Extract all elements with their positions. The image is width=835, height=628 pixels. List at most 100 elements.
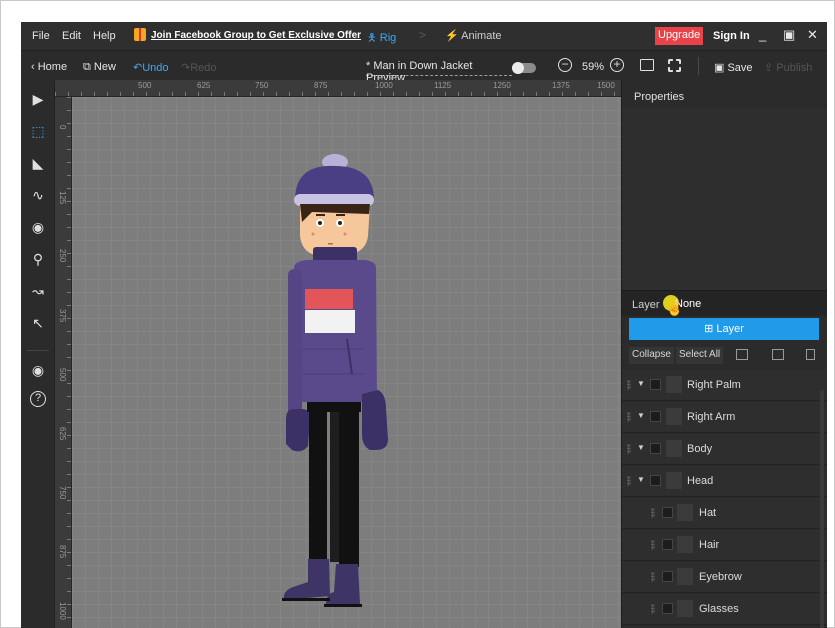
left-arm[interactable]	[288, 269, 302, 419]
redo-button[interactable]: ↷Redo	[181, 61, 217, 74]
select-arrow-icon[interactable]: ▶	[30, 91, 46, 107]
left-palm[interactable]	[286, 409, 310, 452]
curve-bone-icon[interactable]: ∿	[30, 187, 46, 203]
zoom-in-icon[interactable]: +	[610, 58, 624, 72]
pupil-left	[318, 221, 322, 225]
group-layers-icon[interactable]	[736, 349, 748, 360]
character-man-in-down-jacket[interactable]	[272, 154, 397, 609]
minimize-icon[interactable]: _	[759, 27, 766, 42]
sign-in-button[interactable]: Sign In	[713, 30, 750, 42]
bend-icon[interactable]: ↝	[30, 283, 46, 299]
expand-arrow-icon[interactable]: ▼	[637, 443, 645, 452]
new-file-icon: ⧉	[83, 61, 94, 73]
layer-name: Right Arm	[687, 411, 736, 423]
layer-checkbox[interactable]	[650, 475, 661, 486]
fit-screen-icon[interactable]	[640, 59, 654, 71]
menu-file[interactable]: File	[32, 30, 50, 42]
layer-row-right-palm[interactable]: ▼ Right Palm	[622, 370, 827, 401]
bone-select-icon[interactable]: ⬚	[30, 123, 46, 139]
eyebrow-left[interactable]	[316, 214, 325, 216]
ruler-label: 875	[58, 545, 67, 559]
add-layer-button[interactable]: ⊞ Layer	[629, 318, 819, 340]
drag-handle-icon[interactable]	[651, 540, 655, 550]
layer-checkbox[interactable]	[662, 603, 673, 614]
layer-row-eyebrow[interactable]: Eyebrow	[622, 562, 827, 593]
zoom-out-icon[interactable]: −	[558, 58, 572, 72]
layer-checkbox[interactable]	[650, 379, 661, 390]
layer-row-body[interactable]: ▼ Body	[622, 434, 827, 465]
fullscreen-icon[interactable]	[668, 59, 681, 72]
right-palm[interactable]	[362, 390, 388, 450]
right-leg[interactable]	[339, 412, 359, 567]
layer-checkbox[interactable]	[662, 539, 673, 550]
right-arm[interactable]	[364, 272, 376, 397]
publish-button[interactable]: ⇪ Publish	[764, 61, 812, 74]
layer-thumbnail	[677, 600, 693, 617]
properties-body	[622, 108, 827, 290]
redo-label: Redo	[190, 62, 217, 74]
document-title[interactable]: * Man in Down Jacket Preview	[366, 60, 512, 84]
layer-thumbnail	[666, 408, 682, 425]
plus-box-icon: ⊞	[704, 323, 717, 335]
layer-row-hat[interactable]: Hat	[622, 498, 827, 529]
menu-help[interactable]: Help	[93, 30, 116, 42]
add-point-icon[interactable]: ◉	[30, 219, 46, 235]
drag-handle-icon[interactable]	[651, 508, 655, 518]
layer-list-scrollbar[interactable]	[820, 390, 824, 628]
toolbox-divider	[27, 350, 49, 351]
layer-row-head[interactable]: ▼ Head	[622, 466, 827, 497]
zoom-level: 59%	[582, 61, 605, 73]
stage-canvas[interactable]	[72, 97, 621, 628]
menu-edit[interactable]: Edit	[62, 30, 81, 42]
layer-checkbox[interactable]	[650, 411, 661, 422]
app-window: File Edit Help Join Facebook Group to Ge…	[21, 22, 827, 628]
new-label: New	[93, 61, 116, 73]
mode-animate-tab[interactable]: ⚡ Animate	[445, 29, 502, 42]
layer-checkbox[interactable]	[662, 507, 673, 518]
undo-label: Undo	[142, 62, 169, 74]
home-button[interactable]: ‹ Home	[31, 61, 67, 73]
layer-row-glasses[interactable]: Glasses	[622, 594, 827, 625]
layer-checkbox[interactable]	[662, 571, 673, 582]
expand-arrow-icon[interactable]: ▼	[637, 475, 645, 484]
close-icon[interactable]: ✕	[807, 27, 818, 43]
layer-checkbox[interactable]	[650, 443, 661, 454]
duplicate-layer-icon[interactable]	[772, 349, 784, 360]
eyebrow-right[interactable]	[336, 214, 345, 216]
new-button[interactable]: ⧉ New	[83, 61, 116, 74]
mode-rig-tab[interactable]: 🯅 Rig	[367, 29, 396, 48]
layer-row-right-arm[interactable]: ▼ Right Arm	[622, 402, 827, 433]
visibility-eye-icon[interactable]: ◉	[30, 362, 46, 378]
rig-figure-icon: 🯅	[367, 32, 380, 44]
left-boot[interactable]	[283, 559, 330, 600]
maximize-icon[interactable]: ▣	[783, 27, 795, 43]
drag-handle-icon[interactable]	[627, 444, 631, 454]
save-button[interactable]: ▣ Save	[714, 61, 753, 74]
drag-handle-icon[interactable]	[651, 604, 655, 614]
left-leg[interactable]	[309, 412, 327, 572]
expand-arrow-icon[interactable]: ▼	[637, 379, 645, 388]
ik-icon[interactable]: ⚲	[30, 251, 46, 267]
right-panel: Properties Layer None ☝ ⊞ Layer Collapse…	[621, 80, 827, 628]
right-boot[interactable]	[326, 564, 360, 604]
drag-handle-icon[interactable]	[627, 476, 631, 486]
undo-button[interactable]: ↶Undo	[133, 61, 169, 74]
drag-handle-icon[interactable]	[627, 380, 631, 390]
select-all-button[interactable]: Select All	[676, 347, 724, 364]
layer-name: Head	[687, 475, 714, 487]
layer-row-hair[interactable]: Hair	[622, 530, 827, 561]
undo-icon: ↶	[133, 62, 143, 74]
upgrade-button[interactable]: Upgrade	[655, 27, 704, 45]
trash-icon[interactable]	[806, 349, 815, 360]
add-bone-icon[interactable]: ◣	[30, 155, 46, 171]
promo-link[interactable]: Join Facebook Group to Get Exclusive Off…	[134, 28, 361, 41]
ruler-ticks	[55, 92, 621, 96]
preview-toggle[interactable]	[512, 62, 536, 74]
save-icon: ▣	[714, 62, 728, 74]
collapse-button[interactable]: Collapse	[629, 347, 674, 364]
drag-handle-icon[interactable]	[651, 572, 655, 582]
drag-handle-icon[interactable]	[627, 412, 631, 422]
help-question-icon[interactable]: ?	[30, 391, 46, 407]
remove-bone-icon[interactable]: ↖	[30, 315, 46, 331]
expand-arrow-icon[interactable]: ▼	[637, 411, 645, 420]
